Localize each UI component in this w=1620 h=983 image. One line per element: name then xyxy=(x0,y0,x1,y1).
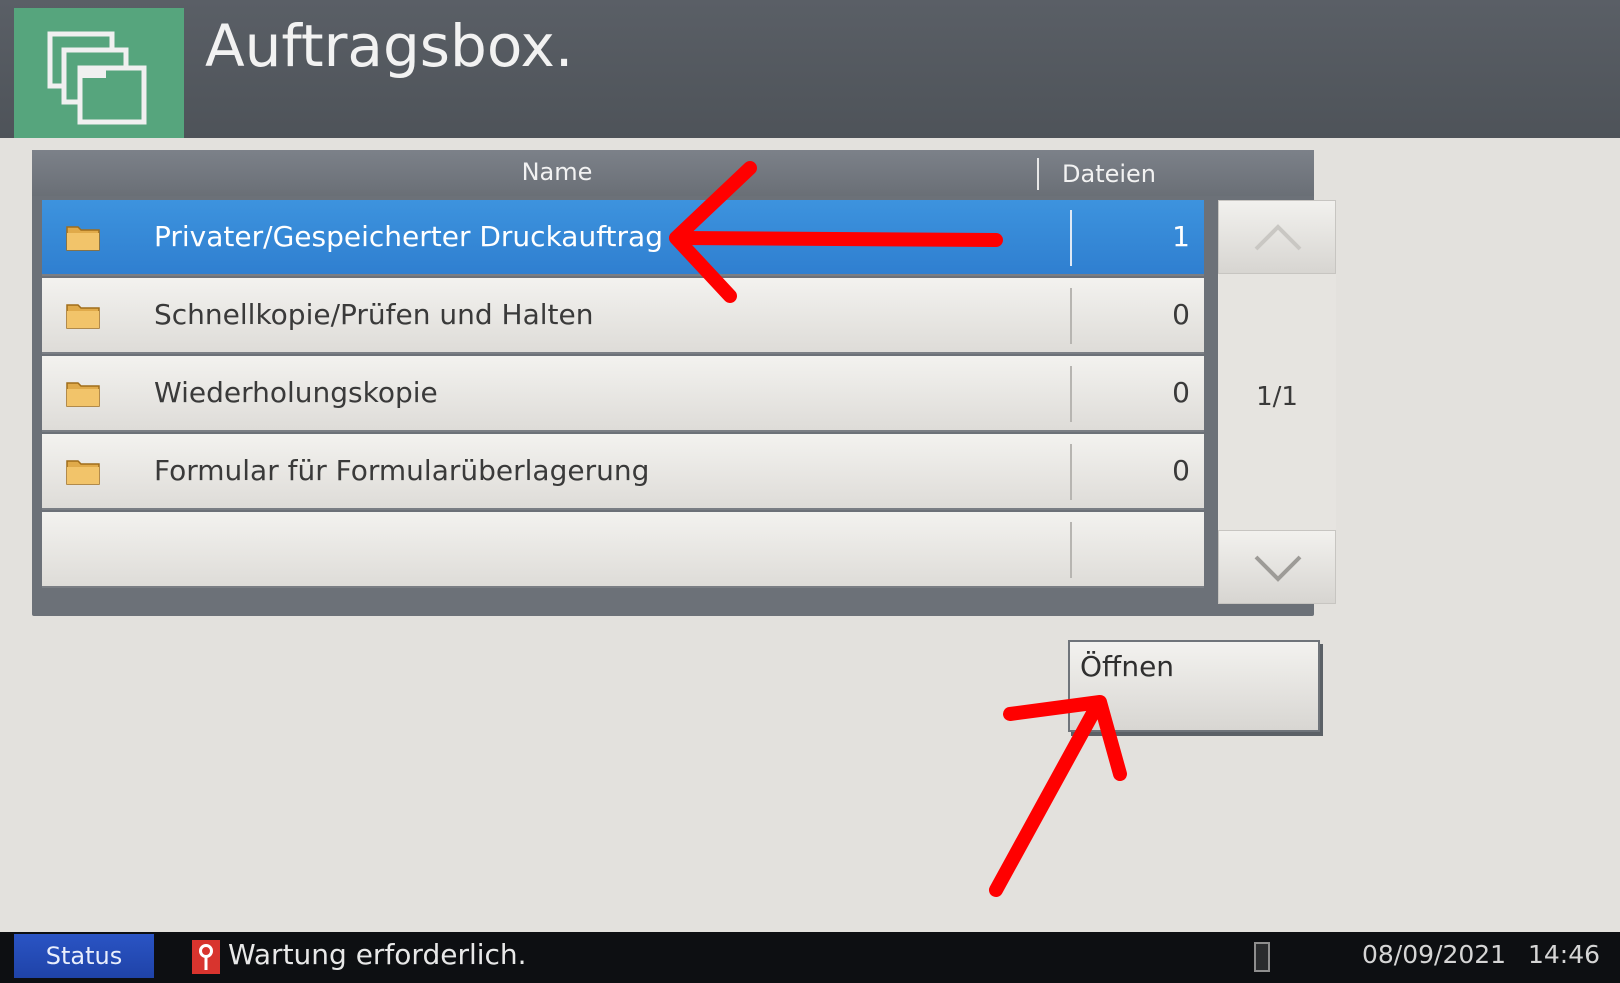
list-item[interactable]: Schnellkopie/Prüfen und Halten 0 xyxy=(42,278,1204,354)
row-separator xyxy=(1070,522,1072,578)
status-message: Wartung erforderlich. xyxy=(228,938,527,971)
header-bar: Auftragsbox. xyxy=(0,0,1620,138)
scroll-up-button[interactable] xyxy=(1218,200,1336,274)
page-indicator: 1/1 xyxy=(1256,382,1298,412)
job-box-list: Name Dateien Privater/Gespeicherter Druc… xyxy=(32,150,1336,616)
list-item[interactable]: Wiederholungskopie 0 xyxy=(42,356,1204,432)
list-item-label: Schnellkopie/Prüfen und Halten xyxy=(154,298,594,331)
list-item-file-count: 1 xyxy=(1172,220,1190,253)
list-item-file-count: 0 xyxy=(1172,376,1190,409)
maintenance-warning-icon xyxy=(192,940,220,974)
list-item[interactable]: Formular für Formularüberlagerung 0 xyxy=(42,434,1204,510)
row-separator xyxy=(1070,444,1072,500)
header-icon-box xyxy=(14,8,184,138)
status-time: 14:46 xyxy=(1528,940,1601,969)
chevron-up-icon xyxy=(1254,224,1302,251)
row-separator xyxy=(1070,288,1072,344)
page-title: Auftragsbox. xyxy=(205,12,574,80)
column-separator xyxy=(1037,158,1039,190)
list-item-empty xyxy=(42,512,1204,588)
list-item-label: Formular für Formularüberlagerung xyxy=(154,454,650,487)
printer-screen: Auftragsbox. Name Dateien Privater/Gespe… xyxy=(0,0,1620,983)
row-separator xyxy=(1070,366,1072,422)
folder-icon xyxy=(66,460,100,485)
folder-icon xyxy=(66,304,100,329)
list-item-label: Wiederholungskopie xyxy=(154,376,438,409)
job-box-icon xyxy=(47,31,147,125)
status-date: 08/09/2021 xyxy=(1362,940,1507,969)
list-item[interactable]: Privater/Gespeicherter Druckauftrag 1 xyxy=(42,200,1204,276)
column-header-name[interactable]: Name xyxy=(32,158,1082,186)
scroll-column: 1/1 xyxy=(1218,200,1336,604)
open-button[interactable]: Öffnen xyxy=(1068,640,1320,732)
status-button[interactable]: Status xyxy=(14,934,154,978)
folder-icon xyxy=(66,226,100,251)
status-button-label: Status xyxy=(45,942,123,970)
list-item-file-count: 0 xyxy=(1172,454,1190,487)
list-item-file-count: 0 xyxy=(1172,298,1190,331)
status-bar: Status Wartung erforderlich. 08/09/2021 … xyxy=(0,932,1620,983)
list-item-label: Privater/Gespeicherter Druckauftrag xyxy=(154,220,663,253)
folder-icon xyxy=(66,382,100,407)
scroll-down-button[interactable] xyxy=(1218,530,1336,604)
memory-card-icon xyxy=(1254,942,1270,972)
open-button-label: Öffnen xyxy=(1080,650,1175,683)
row-separator xyxy=(1070,210,1072,266)
column-header-files[interactable]: Dateien xyxy=(1062,160,1156,188)
list-header: Name Dateien xyxy=(32,150,1314,196)
chevron-down-icon xyxy=(1254,555,1302,582)
